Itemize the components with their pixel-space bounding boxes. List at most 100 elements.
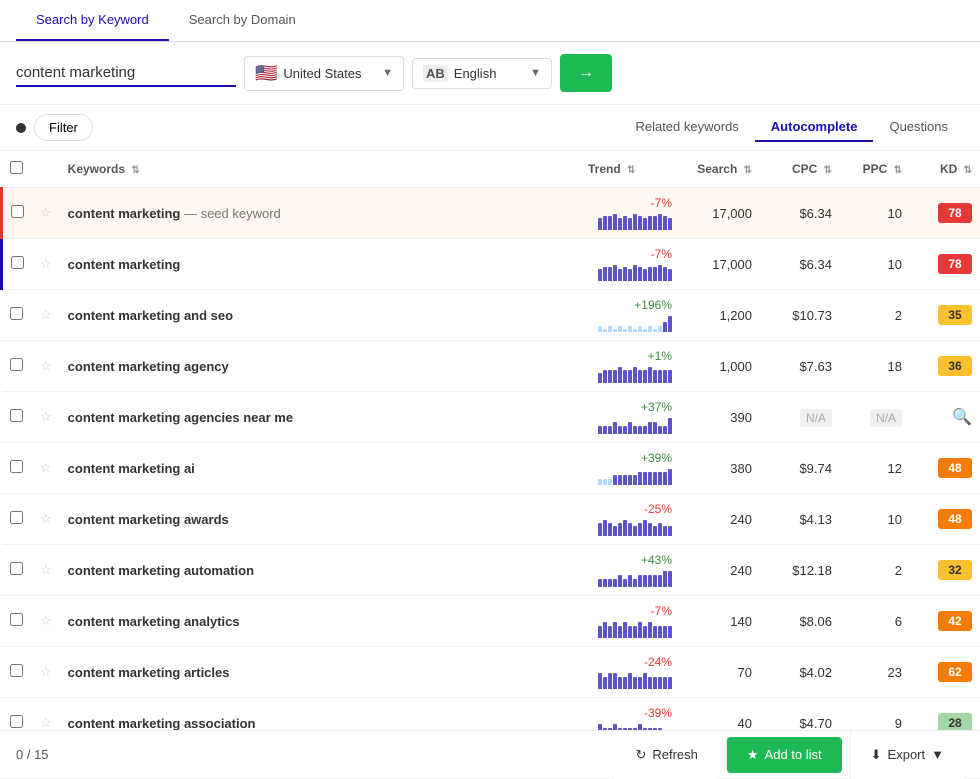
- row-star[interactable]: ☆: [32, 494, 60, 545]
- country-chevron-icon: ▼: [382, 67, 393, 79]
- kd-badge: 48: [938, 509, 972, 529]
- filter-tabs: Related keywords Autocomplete Questions: [619, 113, 964, 142]
- row-kd: 78: [910, 188, 980, 239]
- tab-related-keywords[interactable]: Related keywords: [619, 113, 754, 142]
- mini-bars: [588, 263, 672, 281]
- table-row: ☆content marketing-7%17,000$6.341078: [2, 239, 980, 290]
- filter-left: Filter: [16, 114, 93, 141]
- row-search-volume: 380: [680, 443, 760, 494]
- kd-badge: 32: [938, 560, 972, 580]
- th-kd[interactable]: KD ⇅: [910, 151, 980, 188]
- row-checkbox[interactable]: [10, 460, 23, 473]
- country-select[interactable]: 🇺🇸 United States ▼: [244, 56, 404, 91]
- row-search-volume: 70: [680, 647, 760, 698]
- kd-badge: 78: [938, 203, 972, 223]
- th-keywords[interactable]: Keywords ⇅: [60, 151, 580, 188]
- refresh-button[interactable]: ↻ Refresh: [615, 731, 717, 779]
- row-trend: -25%: [580, 494, 680, 545]
- mini-bars: [588, 365, 672, 383]
- row-trend: +1%: [580, 341, 680, 392]
- table-row: ☆content marketing — seed keyword-7%17,0…: [2, 188, 980, 239]
- kd-badge: 62: [938, 662, 972, 682]
- row-checkbox[interactable]: [10, 511, 23, 524]
- mini-bars: [588, 314, 672, 332]
- row-checkbox[interactable]: [10, 664, 23, 677]
- row-star[interactable]: ☆: [32, 290, 60, 341]
- row-kd: 28: [910, 698, 980, 731]
- row-star[interactable]: ☆: [32, 188, 60, 239]
- row-ppc: 10: [840, 239, 910, 290]
- row-star[interactable]: ☆: [32, 647, 60, 698]
- filter-button[interactable]: Filter: [34, 114, 93, 141]
- tab-questions[interactable]: Questions: [873, 113, 964, 142]
- keyword-input[interactable]: [16, 60, 236, 87]
- row-ppc: 2: [840, 545, 910, 596]
- row-checkbox[interactable]: [10, 613, 23, 626]
- kd-badge: 78: [938, 254, 972, 274]
- row-checkbox[interactable]: [11, 205, 24, 218]
- row-ppc: 18: [840, 341, 910, 392]
- export-icon: ⬇: [871, 747, 882, 763]
- row-checkbox[interactable]: [10, 409, 23, 422]
- row-ppc: 10: [840, 494, 910, 545]
- kd-badge: 28: [938, 713, 972, 730]
- export-button[interactable]: ⬇ Export ▼: [850, 731, 964, 779]
- table-row: ☆content marketing articles-24%70$4.0223…: [2, 647, 980, 698]
- th-search[interactable]: Search ⇅: [680, 151, 760, 188]
- go-button[interactable]: →: [560, 54, 612, 92]
- row-search-volume: 1,200: [680, 290, 760, 341]
- mini-bars: [588, 569, 672, 587]
- language-label: English: [454, 66, 524, 81]
- table-row: ☆content marketing and seo+196%1,200$10.…: [2, 290, 980, 341]
- row-checkbox-cell: [2, 545, 33, 596]
- language-select[interactable]: AB English ▼: [412, 58, 552, 89]
- row-star[interactable]: ☆: [32, 545, 60, 596]
- row-search-volume: 40: [680, 698, 760, 731]
- table-row: ☆content marketing automation+43%240$12.…: [2, 545, 980, 596]
- lang-chevron-icon: ▼: [530, 67, 541, 79]
- row-keyword: content marketing automation: [60, 545, 580, 596]
- row-search-volume: 17,000: [680, 239, 760, 290]
- tab-search-by-keyword[interactable]: Search by Keyword: [16, 0, 169, 41]
- row-star[interactable]: ☆: [32, 443, 60, 494]
- th-trend[interactable]: Trend ⇅: [580, 151, 680, 188]
- row-checkbox-cell: [2, 290, 33, 341]
- kd-badge: 42: [938, 611, 972, 631]
- table-row: ☆content marketing association-39%40$4.7…: [2, 698, 980, 731]
- row-star[interactable]: ☆: [32, 596, 60, 647]
- row-star[interactable]: ☆: [32, 392, 60, 443]
- row-checkbox-cell: [2, 494, 33, 545]
- refresh-label: Refresh: [652, 747, 698, 762]
- row-star[interactable]: ☆: [32, 239, 60, 290]
- th-cpc[interactable]: CPC ⇅: [760, 151, 840, 188]
- row-cpc: $4.70: [760, 698, 840, 731]
- row-checkbox[interactable]: [11, 256, 24, 269]
- tab-autocomplete[interactable]: Autocomplete: [755, 113, 874, 142]
- tab-search-by-domain[interactable]: Search by Domain: [169, 0, 316, 41]
- filter-row: Filter Related keywords Autocomplete Que…: [0, 105, 980, 151]
- row-trend: -24%: [580, 647, 680, 698]
- row-ppc: N/A: [840, 392, 910, 443]
- table-row: ☆content marketing awards-25%240$4.13104…: [2, 494, 980, 545]
- row-kd: 42: [910, 596, 980, 647]
- row-checkbox[interactable]: [10, 562, 23, 575]
- th-ppc[interactable]: PPC ⇅: [840, 151, 910, 188]
- row-star[interactable]: ☆: [32, 698, 60, 731]
- row-star[interactable]: ☆: [32, 341, 60, 392]
- row-search-volume: 17,000: [680, 188, 760, 239]
- row-checkbox[interactable]: [10, 358, 23, 371]
- kd-badge: 48: [938, 458, 972, 478]
- row-trend: +196%: [580, 290, 680, 341]
- add-to-list-button[interactable]: ★ Add to list: [726, 737, 842, 773]
- search-row: 🇺🇸 United States ▼ AB English ▼ →: [0, 42, 980, 105]
- row-kd: 36: [910, 341, 980, 392]
- row-trend: +39%: [580, 443, 680, 494]
- row-search-volume: 1,000: [680, 341, 760, 392]
- mini-bars: [588, 620, 672, 638]
- select-all-checkbox[interactable]: [10, 161, 23, 174]
- row-search-volume: 240: [680, 545, 760, 596]
- row-cpc: $4.13: [760, 494, 840, 545]
- row-kd: 🔍: [910, 392, 980, 443]
- row-checkbox[interactable]: [10, 715, 23, 728]
- row-checkbox[interactable]: [10, 307, 23, 320]
